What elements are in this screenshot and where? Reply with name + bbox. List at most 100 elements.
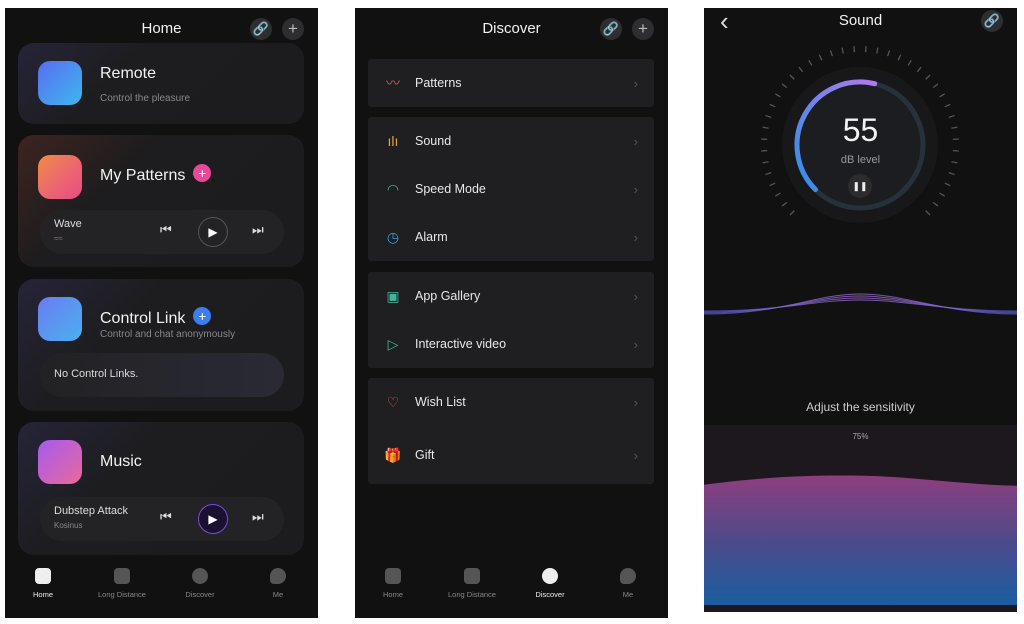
card-subtitle: Control the pleasure: [100, 93, 191, 104]
gauge-tick: [897, 54, 902, 61]
chevron-right-icon: ›: [633, 394, 638, 410]
chevron-right-icon: ›: [633, 181, 638, 197]
play-circle-icon: ▷: [387, 335, 399, 352]
gauge-tick: [774, 93, 781, 98]
add-button[interactable]: +: [282, 18, 304, 40]
sensitivity-label: Adjust the sensitivity: [806, 400, 915, 414]
next-button[interactable]: ⏭: [252, 222, 264, 238]
gauge-tick: [781, 201, 788, 207]
bottom-nav: Home Long Distance Discover Me: [355, 568, 668, 608]
link-icon: 🔗: [602, 21, 620, 36]
card-title: Music: [100, 453, 142, 470]
gauge-tick: [939, 93, 946, 98]
menu-group: ılı Sound › ◠ Speed Mode › ◷ Alarm ›: [368, 117, 654, 261]
planet-icon: [192, 568, 208, 584]
link-icon: 🔗: [252, 21, 270, 36]
add-button[interactable]: +: [632, 18, 654, 40]
play-icon: ▶: [208, 225, 218, 239]
menu-item-app-gallery[interactable]: ▣ App Gallery ›: [368, 272, 654, 320]
menu-item-wish-list[interactable]: ♡ Wish List ›: [368, 378, 654, 426]
sensitivity-fill: [704, 475, 1017, 605]
gauge-tick: [876, 47, 879, 54]
menu-item-interactive-video[interactable]: ▷ Interactive video ›: [368, 320, 654, 368]
hearts-icon: [114, 568, 130, 584]
menu-item-gift[interactable]: 🎁 Gift ›: [368, 426, 654, 484]
chevron-right-icon: ›: [633, 75, 638, 91]
nav-home[interactable]: Home: [355, 568, 433, 599]
music-player: Dubstep Attack Kosinus ⏮ ▶ ⏭: [40, 497, 284, 541]
menu-group: ▣ App Gallery › ▷ Interactive video ›: [368, 272, 654, 368]
nav-discover[interactable]: Discover: [160, 568, 240, 599]
nav-home[interactable]: Home: [5, 568, 83, 599]
menu-item-label: Wish List: [415, 395, 466, 409]
home-icon: [385, 568, 401, 584]
my-patterns-card[interactable]: My Patterns + Wave ≈≈ ⏮ ▶ ⏭: [18, 135, 304, 267]
menu-item-sound[interactable]: ılı Sound ›: [368, 117, 654, 165]
gauge-tick: [789, 74, 795, 80]
previous-button[interactable]: ⏮: [160, 509, 172, 525]
sound-wave: [704, 295, 1017, 314]
chevron-right-icon: ›: [633, 133, 638, 149]
card-title: Remote: [100, 65, 157, 82]
music-card[interactable]: Music Dubstep Attack Kosinus ⏮ ▶ ⏭: [18, 422, 304, 555]
gauge-tick: [932, 83, 939, 89]
gift-icon: 🎁: [384, 446, 402, 463]
artist-name: Kosinus: [54, 521, 83, 530]
back-button[interactable]: ‹: [720, 8, 729, 37]
home-screen: Home 🔗 + Remote Control the pleasure My …: [5, 8, 318, 618]
play-button[interactable]: ▶: [198, 217, 228, 247]
link-button[interactable]: 🔗: [250, 18, 272, 40]
planet-icon: [542, 568, 558, 584]
menu-item-alarm[interactable]: ◷ Alarm ›: [368, 213, 654, 261]
pause-button[interactable]: ❚❚: [848, 174, 872, 198]
previous-button[interactable]: ⏮: [160, 222, 172, 238]
link-button[interactable]: 🔗: [600, 18, 622, 40]
wave-circle-icon: 〰: [386, 75, 400, 91]
speedometer-icon: ◠: [386, 180, 400, 197]
menu-item-patterns[interactable]: 〰 Patterns ›: [368, 59, 654, 107]
page-title: Sound: [838, 12, 883, 29]
add-control-link-button[interactable]: +: [193, 307, 212, 325]
control-link-card[interactable]: Control Link + Control and chat anonymous…: [18, 279, 304, 411]
nav-me[interactable]: Me: [238, 568, 318, 599]
gauge-tick: [781, 83, 788, 89]
heart-pulse-icon: [38, 155, 82, 199]
gauge-tick: [916, 66, 922, 73]
guitar-icon: [38, 440, 82, 484]
gauge-tick: [769, 103, 776, 108]
gauge-tick: [887, 50, 891, 57]
menu-item-speed-mode[interactable]: ◠ Speed Mode ›: [368, 165, 654, 213]
track-name: Wave: [54, 218, 82, 230]
db-unit: dB level: [840, 154, 881, 166]
gauge-tick: [907, 59, 912, 66]
sensitivity-slider[interactable]: 75%: [704, 425, 1017, 612]
gauge-tick: [841, 47, 844, 54]
sound-wave: [704, 293, 1017, 315]
nav-discover[interactable]: Discover: [510, 568, 590, 599]
plus-icon: +: [288, 19, 298, 38]
face-icon: [620, 568, 636, 584]
add-pattern-button[interactable]: +: [193, 164, 212, 182]
next-button[interactable]: ⏭: [252, 509, 264, 525]
home-icon: [35, 568, 51, 584]
nav-me[interactable]: Me: [588, 568, 668, 599]
menu-group: ♡ Wish List › 🎁 Gift ›: [368, 378, 654, 484]
nav-long-distance[interactable]: Long Distance: [432, 568, 512, 599]
nav-long-distance[interactable]: Long Distance: [82, 568, 162, 599]
db-gauge: [704, 46, 1017, 315]
remote-phone-icon: [38, 61, 82, 105]
play-button[interactable]: ▶: [198, 504, 228, 534]
gauge-tick: [829, 50, 833, 57]
play-icon: ▶: [208, 512, 218, 526]
menu-item-label: Gift: [415, 448, 435, 462]
gauge-tick: [925, 210, 931, 216]
menu-item-label: Patterns: [415, 76, 462, 90]
hearts-icon: [464, 568, 480, 584]
card-title: My Patterns: [100, 167, 186, 184]
remote-card[interactable]: Remote Control the pleasure: [18, 43, 304, 124]
face-icon: [270, 568, 286, 584]
link-button[interactable]: 🔗: [981, 10, 1003, 32]
control-links-empty: No Control Links.: [40, 353, 284, 397]
gauge-tick: [925, 74, 931, 80]
gauge-tick: [939, 192, 946, 197]
